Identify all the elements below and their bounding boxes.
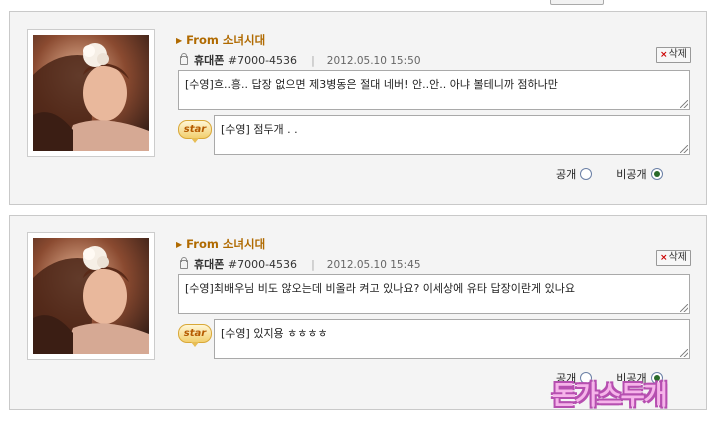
timestamp: 2012.05.10 15:45 [326, 259, 421, 271]
sender: 휴대폰 [194, 258, 225, 271]
from-label: ▶ From 소녀시대 [176, 236, 265, 252]
message-card: ▶ From 소녀시대 휴대폰 #7000-4536 | 2012.05.10 15:… [9, 11, 707, 205]
profile-photo [33, 35, 149, 151]
resize-grip-icon[interactable] [680, 100, 688, 108]
lock-icon [180, 53, 188, 65]
phone-number: #7000-4536 [227, 54, 298, 67]
delete-label: 삭제 [668, 49, 687, 60]
reply-text: [수영] 있지용 ㅎㅎㅎㅎ [221, 327, 328, 340]
separator: | [311, 54, 315, 67]
resize-grip-icon[interactable] [680, 349, 688, 357]
public-radio[interactable] [580, 168, 593, 180]
delete-label: 삭제 [668, 252, 687, 263]
arrow-icon: ▶ [176, 240, 183, 249]
visibility-options: 공개 비공개 [556, 166, 663, 182]
lock-icon [180, 257, 188, 269]
profile-photo [33, 238, 149, 354]
private-radio[interactable] [650, 168, 663, 180]
profile-photo-frame [27, 29, 155, 157]
message-meta: 휴대폰 #7000-4536 | 2012.05.10 15:50 [180, 52, 421, 68]
from-label: ▶ From 소녀시대 [176, 32, 265, 48]
top-strip [0, 0, 716, 5]
from-text: From 소녀시대 [186, 33, 266, 47]
close-icon: × [660, 253, 668, 263]
sender: 휴대폰 [194, 54, 225, 67]
star-badge: star [178, 324, 212, 347]
star-badge: star [178, 120, 212, 143]
from-text: From 소녀시대 [186, 237, 266, 251]
public-label: 공개 [556, 168, 577, 181]
message-meta: 휴대폰 #7000-4536 | 2012.05.10 15:45 [180, 256, 421, 272]
separator: | [311, 258, 315, 271]
phone-number: #7000-4536 [227, 258, 298, 271]
close-icon: × [660, 50, 668, 60]
message-textarea[interactable]: [수영]최배우님 비도 않오는데 비올라 켜고 있나요? 이세상에 유타 답장이… [178, 274, 690, 314]
resize-grip-icon[interactable] [680, 145, 688, 153]
message-text: [수영]최배우님 비도 않오는데 비올라 켜고 있나요? 이세상에 유타 답장이… [185, 282, 575, 295]
message-textarea[interactable]: [수영]흐..흥.. 답장 없으면 제3병동은 절대 네버! 안..안.. 아냐… [178, 70, 690, 110]
timestamp: 2012.05.10 15:50 [326, 55, 421, 67]
profile-photo-frame [27, 232, 155, 360]
delete-button[interactable]: ×삭제 [656, 47, 691, 63]
watermark-text: 돈가스두개 [552, 381, 668, 411]
resize-grip-icon[interactable] [680, 304, 688, 312]
private-label: 비공개 [616, 168, 647, 181]
top-button[interactable] [550, 0, 604, 5]
reply-textarea[interactable]: [수영] 있지용 ㅎㅎㅎㅎ [214, 319, 690, 359]
delete-button[interactable]: ×삭제 [656, 250, 691, 266]
message-text: [수영]흐..흥.. 답장 없으면 제3병동은 절대 네버! 안..안.. 아냐… [185, 78, 558, 91]
reply-text: [수영] 점두개 . . [221, 123, 298, 136]
arrow-icon: ▶ [176, 36, 183, 45]
reply-textarea[interactable]: [수영] 점두개 . . [214, 115, 690, 155]
